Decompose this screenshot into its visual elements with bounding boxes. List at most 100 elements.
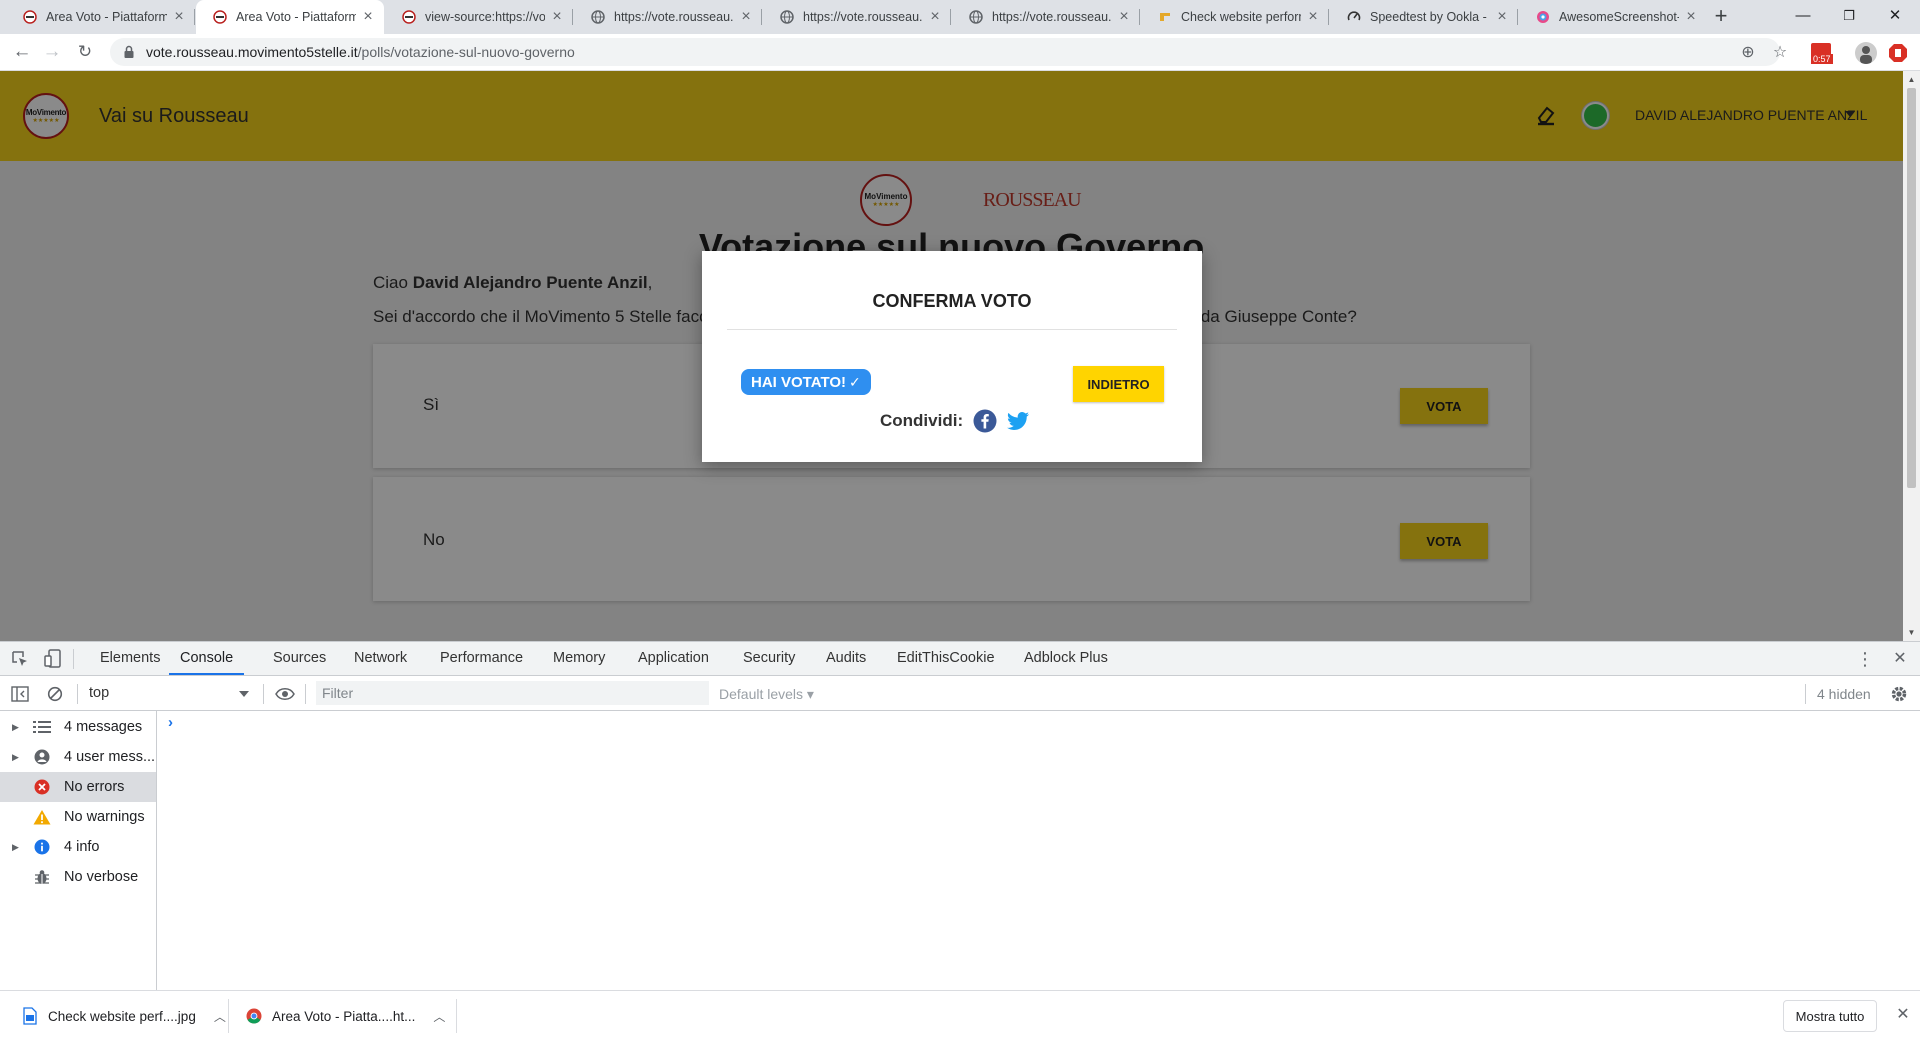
download-item-html[interactable]: Area Voto - Piatta....ht... ︿ (246, 999, 445, 1033)
close-devtools-icon[interactable]: ✕ (1891, 650, 1909, 668)
devtools-tab-application[interactable]: Application (638, 642, 709, 675)
lock-icon (124, 45, 134, 58)
devtools-tab-memory[interactable]: Memory (553, 642, 605, 675)
hidden-messages-count: 4 hidden (1817, 686, 1871, 702)
console-prompt-icon[interactable]: › (168, 714, 173, 731)
download-item-image[interactable]: Check website perf....jpg ︿ (22, 999, 226, 1033)
user-icon (32, 748, 52, 766)
expand-triangle-icon[interactable]: ▶ (12, 752, 28, 763)
browser-tab-4[interactable]: https://vote.rousseau.m × (574, 0, 762, 34)
close-tab-icon[interactable]: × (1494, 9, 1510, 25)
browser-tab-5[interactable]: https://vote.rousseau.m × (763, 0, 951, 34)
sidebar-item-user-messages[interactable]: ▶ 4 user mess... (0, 742, 156, 772)
close-tab-icon[interactable]: × (1683, 9, 1699, 25)
log-levels-dropdown[interactable]: Default levels ▾ (719, 686, 814, 703)
sidebar-item-verbose[interactable]: No verbose (0, 862, 156, 892)
voted-badge: HAI VOTATO! ✓ (741, 369, 871, 395)
console-filter-input[interactable] (316, 681, 709, 705)
modal-title: CONFERMA VOTO (872, 291, 1032, 311)
devtools-tab-elements[interactable]: Elements (100, 642, 160, 675)
close-tab-icon[interactable]: × (1305, 9, 1321, 25)
chevron-up-icon[interactable]: ︿ (214, 1008, 226, 1025)
console-settings-gear-icon[interactable] (1890, 685, 1908, 703)
extension-badge: 0:57 (1811, 54, 1833, 64)
profile-avatar[interactable] (1855, 42, 1877, 64)
new-tab-button[interactable]: + (1708, 4, 1734, 30)
check-icon: ✓ (849, 373, 861, 390)
bug-icon (32, 868, 52, 886)
devtools-tab-network[interactable]: Network (354, 642, 407, 675)
back-button[interactable]: INDIETRO (1073, 366, 1164, 402)
install-app-icon[interactable]: ⊕ (1738, 43, 1758, 63)
minimize-window-button[interactable]: — (1780, 0, 1826, 34)
devtools-menu-kebab-icon[interactable]: ⋮ (1856, 650, 1874, 668)
devtools-tab-adblock-plus[interactable]: Adblock Plus (1024, 642, 1108, 675)
page-scrollbar[interactable]: ▲ ▼ (1903, 71, 1920, 641)
browser-tab-1[interactable]: Area Voto - Piattaforma × (6, 0, 195, 34)
console-filter-bar: top Default levels ▾ 4 hidden (0, 676, 1920, 711)
m5s-favicon-icon (22, 9, 38, 25)
timer-extension-icon[interactable]: 0:57 (1810, 42, 1833, 64)
close-tab-icon[interactable]: × (360, 9, 376, 25)
confirm-vote-modal: CONFERMA VOTO HAI VOTATO! ✓ INDIETRO Cond… (702, 251, 1202, 462)
execution-context-select[interactable]: top (89, 685, 109, 701)
clear-console-icon[interactable] (47, 686, 63, 702)
show-all-downloads-button[interactable]: Mostra tutto (1783, 1000, 1877, 1032)
sidebar-item-info[interactable]: ▶ 4 info (0, 832, 156, 862)
globe-icon (779, 9, 795, 25)
devtools-tab-audits[interactable]: Audits (826, 642, 866, 675)
image-file-icon (23, 1007, 37, 1025)
sidebar-item-errors[interactable]: No errors (0, 772, 156, 802)
devtools-tab-editthiscookie[interactable]: EditThisCookie (897, 642, 995, 675)
browser-tab-9[interactable]: AwesomeScreenshot-2 × (1519, 0, 1707, 34)
chevron-up-icon[interactable]: ︿ (433, 1008, 445, 1025)
sidebar-item-messages[interactable]: ▶ 4 messages (0, 712, 156, 742)
awesome-screenshot-favicon-icon (1535, 9, 1551, 25)
back-arrow-icon[interactable]: ← (8, 39, 36, 67)
list-icon (32, 718, 52, 736)
close-tab-icon[interactable]: × (549, 9, 565, 25)
close-download-bar-icon[interactable]: ✕ (1893, 1005, 1913, 1025)
expand-triangle-icon[interactable]: ▶ (12, 722, 28, 733)
close-tab-icon[interactable]: × (738, 9, 754, 25)
close-window-button[interactable]: ✕ (1872, 0, 1918, 34)
maximize-window-button[interactable]: ❐ (1826, 0, 1872, 34)
adblock-extension-icon[interactable] (1888, 43, 1908, 63)
close-tab-icon[interactable]: × (927, 9, 943, 25)
devtools-tab-console[interactable]: Console (169, 642, 245, 675)
close-tab-icon[interactable]: × (1116, 9, 1132, 25)
close-tab-icon[interactable]: × (171, 9, 187, 25)
address-bar[interactable]: vote.rousseau.movimento5stelle.it/polls/… (110, 38, 1780, 66)
devtools-tab-performance[interactable]: Performance (440, 642, 523, 675)
devtools-tab-sources[interactable]: Sources (273, 642, 326, 675)
tab-title: Check website perform (1181, 10, 1301, 24)
scroll-up-arrow-icon[interactable]: ▲ (1903, 71, 1920, 88)
browser-tab-6[interactable]: https://vote.rousseau.m × (952, 0, 1140, 34)
scroll-down-arrow-icon[interactable]: ▼ (1903, 624, 1920, 641)
devtools-tab-security[interactable]: Security (743, 642, 795, 675)
tab-title: https://vote.rousseau.m (992, 10, 1112, 24)
inspect-element-icon[interactable] (11, 650, 29, 668)
tab-title: Area Voto - Piattaforma (236, 10, 356, 24)
bookmark-star-icon[interactable]: ☆ (1770, 43, 1790, 63)
browser-toolbar: ← → ↻ vote.rousseau.movimento5stelle.it /… (0, 34, 1920, 71)
twitter-icon[interactable] (1006, 409, 1030, 433)
reload-icon[interactable]: ↻ (71, 39, 99, 67)
toggle-sidebar-icon[interactable] (11, 686, 29, 702)
url-host: vote.rousseau.movimento5stelle.it (146, 44, 358, 60)
forward-arrow-icon[interactable]: → (38, 39, 66, 67)
context-caret-icon[interactable] (239, 691, 249, 697)
expand-triangle-icon[interactable]: ▶ (12, 842, 28, 853)
browser-tab-strip: Area Voto - Piattaforma × Area Voto - Pi… (0, 0, 1920, 34)
console-output[interactable]: › (158, 711, 1920, 991)
sidebar-item-warnings[interactable]: No warnings (0, 802, 156, 832)
speedtest-favicon-icon (1346, 9, 1362, 25)
device-toolbar-icon[interactable] (44, 649, 62, 669)
scrollbar-thumb[interactable] (1907, 88, 1916, 488)
browser-tab-7[interactable]: Check website perform × (1141, 0, 1329, 34)
browser-tab-3[interactable]: view-source:https://vot × (385, 0, 573, 34)
browser-tab-2-active[interactable]: Area Voto - Piattaforma × (196, 0, 384, 34)
browser-tab-8[interactable]: Speedtest by Ookla - T × (1330, 0, 1518, 34)
live-expression-eye-icon[interactable] (275, 687, 295, 701)
facebook-icon[interactable] (973, 409, 997, 433)
